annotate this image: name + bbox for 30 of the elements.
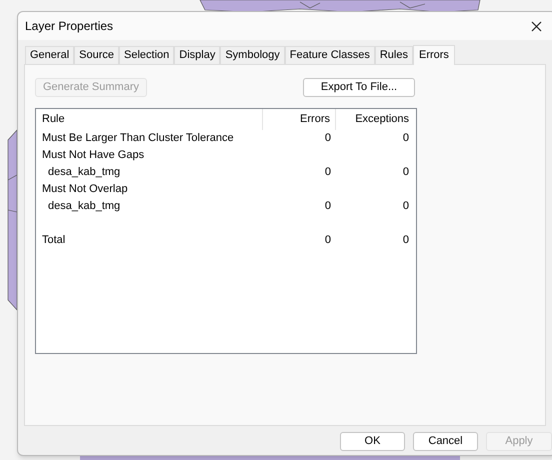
- exception-count: 0: [402, 234, 409, 246]
- error-count: 0: [324, 200, 331, 212]
- exception-count: 0: [402, 200, 409, 212]
- total-label: Total: [42, 234, 66, 246]
- rule-name: Must Be Larger Than Cluster Tolerance: [42, 132, 234, 144]
- feature-class-name: desa_kab_tmg: [48, 166, 120, 178]
- ok-button[interactable]: OK: [340, 432, 405, 451]
- tab[interactable]: Feature Classes: [284, 46, 375, 64]
- error-count: 0: [324, 132, 331, 144]
- tab[interactable]: Source: [74, 46, 119, 64]
- export-button[interactable]: Export To File...: [303, 78, 415, 97]
- tab[interactable]: Display: [174, 46, 220, 64]
- error-count: 0: [324, 234, 331, 246]
- tab[interactable]: Symbology: [220, 46, 285, 64]
- feature-class-name: desa_kab_tmg: [48, 200, 120, 212]
- exception-count: 0: [402, 132, 409, 144]
- cancel-button[interactable]: Cancel: [413, 432, 478, 451]
- rule-name: Must Not Overlap: [42, 183, 128, 195]
- tab[interactable]: General: [25, 46, 74, 64]
- column-header[interactable]: Errors: [263, 109, 336, 130]
- error-count: 0: [324, 166, 331, 178]
- tab[interactable]: Selection: [119, 46, 174, 64]
- tab[interactable]: Rules: [374, 46, 413, 64]
- column-header[interactable]: Exceptions: [336, 109, 414, 130]
- exception-count: 0: [402, 166, 409, 178]
- close-icon[interactable]: [531, 20, 542, 32]
- window-title: Layer Properties: [25, 18, 114, 35]
- rule-name: Must Not Have Gaps: [42, 149, 144, 161]
- tab[interactable]: Errors: [412, 45, 455, 65]
- column-header[interactable]: Rule: [36, 109, 263, 130]
